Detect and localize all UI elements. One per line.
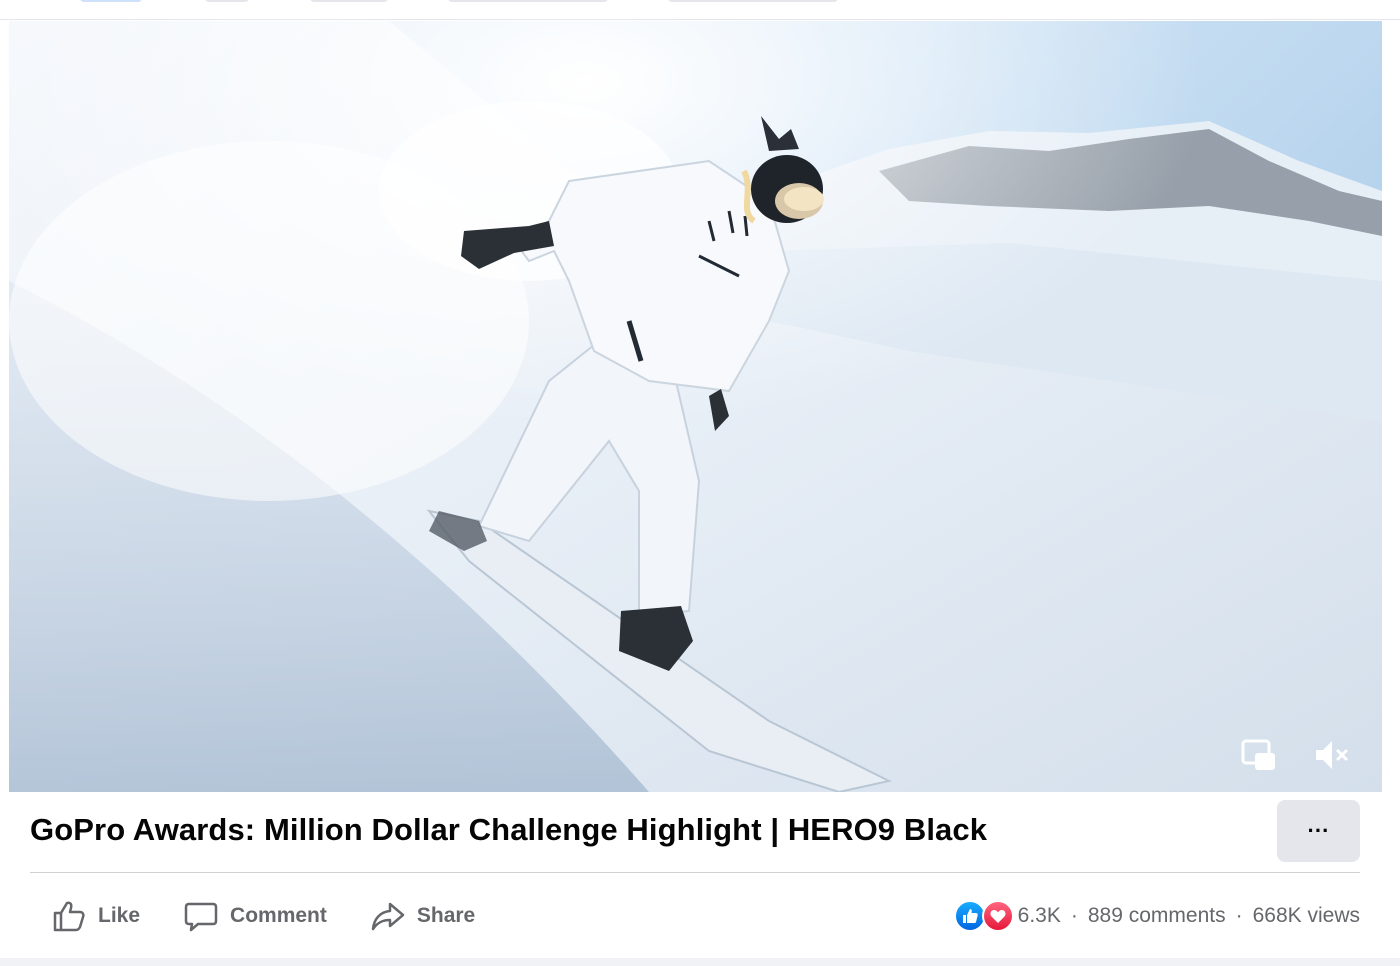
action-bar: Like Comment Share <box>30 890 497 942</box>
post-title-row: GoPro Awards: Million Dollar Challenge H… <box>30 800 1360 870</box>
views-count: 668K views <box>1252 904 1360 927</box>
thumbs-up-icon <box>53 901 85 932</box>
reaction-icons[interactable] <box>953 900 1014 932</box>
video-frame-snowboarder <box>9 21 1382 792</box>
share-button[interactable]: Share <box>349 890 497 942</box>
feed-background <box>0 958 1400 966</box>
like-label: Like <box>98 904 141 927</box>
comments-count[interactable]: 889 comments <box>1088 904 1226 928</box>
top-toolbar-strip <box>0 0 1400 20</box>
separator-dot: · <box>1235 904 1243 927</box>
separator-dot: · <box>1070 904 1078 927</box>
toolbar-tab-stub[interactable] <box>448 0 608 2</box>
like-button[interactable]: Like <box>30 890 162 942</box>
love-reaction-icon <box>981 900 1014 932</box>
more-options-button[interactable]: ··· <box>1277 800 1360 862</box>
reactions-count[interactable]: 6.3K <box>1018 904 1061 928</box>
speaker-muted-icon[interactable] <box>1311 735 1351 775</box>
comment-label: Comment <box>230 904 327 927</box>
like-reaction-icon <box>953 900 986 932</box>
engagement-stats: 6.3K · 889 comments · 668K views <box>953 896 1360 936</box>
comment-button[interactable]: Comment <box>162 890 349 942</box>
share-arrow-icon <box>371 902 405 931</box>
toolbar-tab-stub[interactable] <box>80 0 142 2</box>
video-title: GoPro Awards: Million Dollar Challenge H… <box>30 812 988 847</box>
video-player[interactable] <box>9 21 1382 792</box>
toolbar-tab-stub[interactable] <box>205 0 249 2</box>
toolbar-tab-stub[interactable] <box>310 0 388 2</box>
picture-in-picture-icon[interactable] <box>1239 735 1279 775</box>
share-label: Share <box>416 904 476 927</box>
comment-bubble-icon <box>184 902 218 932</box>
divider <box>30 872 1360 873</box>
toolbar-tab-stub[interactable] <box>668 0 838 2</box>
